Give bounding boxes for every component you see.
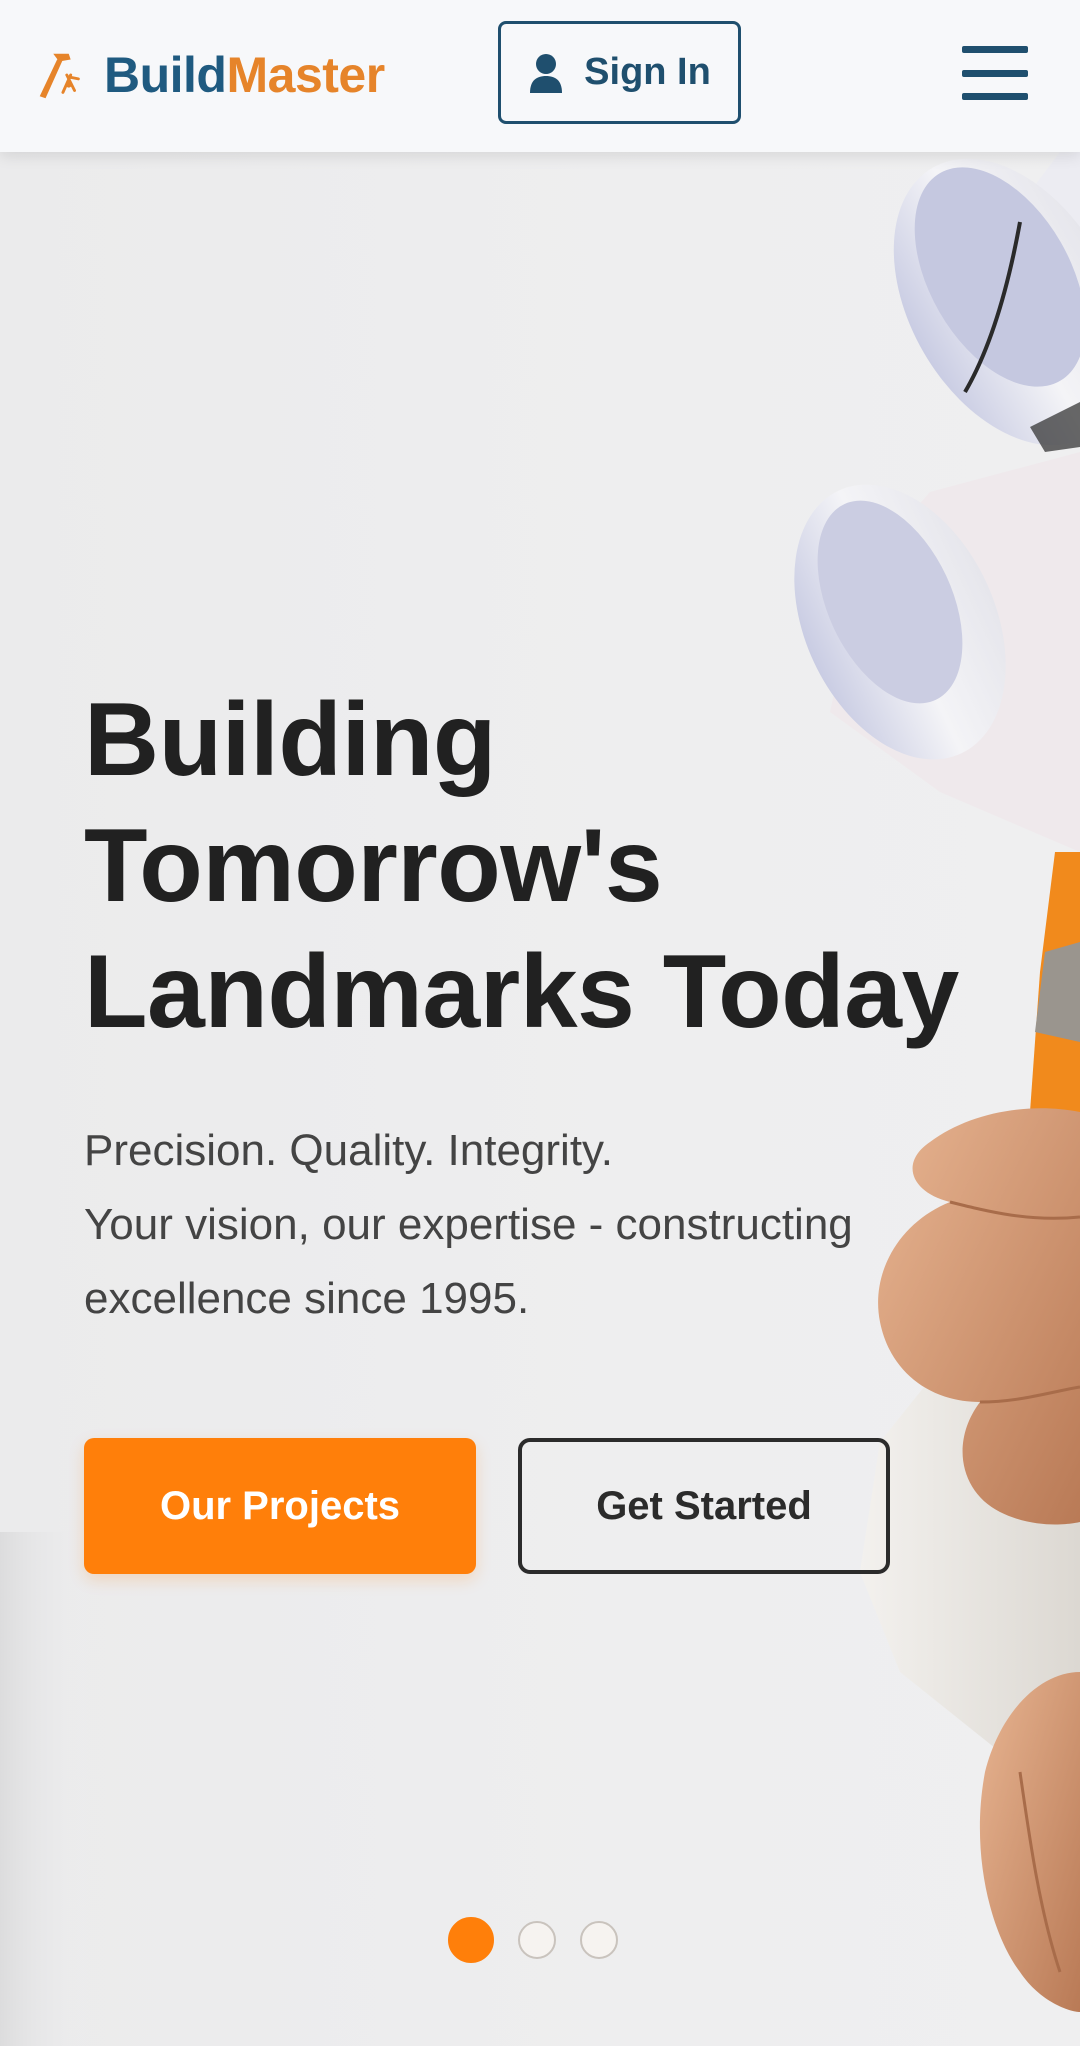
hammer-icon: [39, 53, 80, 99]
hero-description: Your vision, our expertise - constructin…: [84, 1200, 853, 1323]
site-header: BuildMaster Sign In: [0, 0, 1080, 152]
hamburger-line: [962, 93, 1028, 100]
hero-background-image: [0, 152, 1080, 2046]
carousel-dot-3[interactable]: [580, 1921, 618, 1959]
sign-in-button[interactable]: Sign In: [498, 21, 741, 124]
brand-name-part2: Master: [226, 47, 385, 103]
carousel-dot-1[interactable]: [448, 1917, 494, 1963]
hamburger-line: [962, 69, 1028, 77]
brand-name-part1: Build: [104, 47, 227, 103]
hero-subtitle: Precision. Quality. Integrity. Your visi…: [84, 1114, 944, 1336]
brand-name: BuildMaster: [104, 46, 385, 104]
hamburger-line: [962, 46, 1028, 53]
carousel-indicators: [448, 1917, 618, 1963]
brand-logo[interactable]: BuildMaster: [32, 40, 385, 110]
hero-section: Building Tomorrow's Landmarks Today Prec…: [0, 152, 1080, 2046]
sign-in-label: Sign In: [584, 51, 711, 93]
hero-title-line: Building: [84, 682, 496, 798]
carousel-dot-2[interactable]: [518, 1921, 556, 1959]
hero-title-line: Tomorrow's: [84, 808, 663, 924]
hamburger-menu-icon[interactable]: [962, 46, 1028, 100]
hero-title: Building Tomorrow's Landmarks Today: [84, 677, 984, 1055]
get-started-button[interactable]: Get Started: [518, 1438, 890, 1574]
hero-title-line: Landmarks Today: [84, 934, 959, 1050]
our-projects-button[interactable]: Our Projects: [84, 1438, 476, 1574]
user-icon: [530, 53, 563, 93]
hero-tagline: Precision. Quality. Integrity.: [84, 1126, 614, 1175]
